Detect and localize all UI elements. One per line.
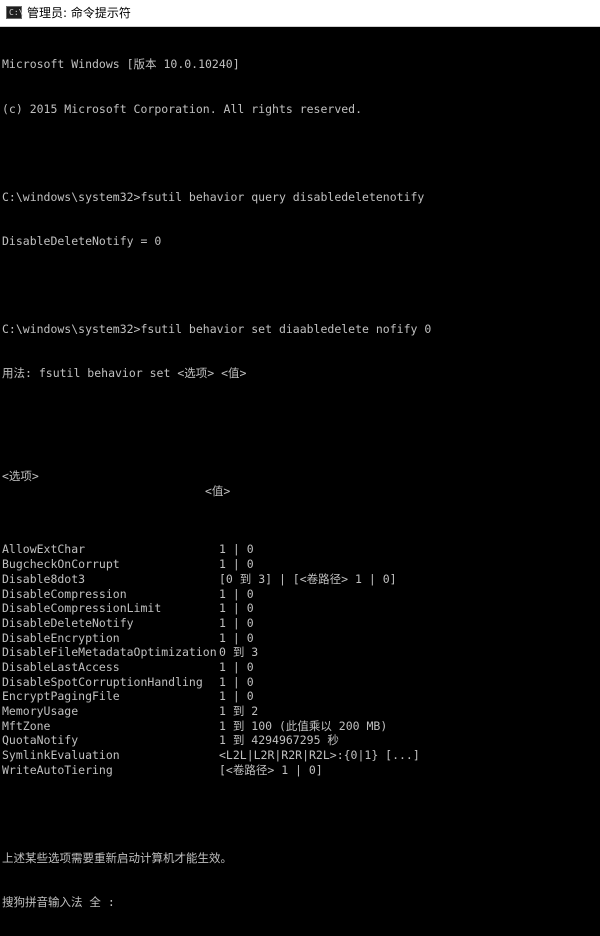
option-value: 1 | 0 bbox=[219, 630, 254, 645]
window-title: 管理员: 命令提示符 bbox=[27, 6, 131, 20]
option-row: EncryptPagingFile 1 | 0 bbox=[2, 689, 600, 704]
option-name: BugcheckOnCorrupt bbox=[2, 557, 120, 572]
usage-line: 用法: fsutil behavior set <选项> <值> bbox=[2, 366, 247, 381]
option-value: 1 到 2 bbox=[219, 704, 259, 718]
option-value: 1 | 0 bbox=[219, 601, 254, 616]
option-name: Disable8dot3 bbox=[2, 571, 86, 586]
options-table-header: <选项> <值> bbox=[2, 454, 600, 498]
option-name: MemoryUsage bbox=[2, 704, 79, 718]
option-value: 1 | 0 bbox=[219, 659, 254, 674]
option-row: DisableEncryption 1 | 0 bbox=[2, 631, 600, 646]
option-name: AllowExtChar bbox=[2, 542, 86, 557]
value-column-header: <值> bbox=[205, 483, 231, 498]
option-row: BugcheckOnCorrupt 1 | 0 bbox=[2, 557, 600, 572]
option-name: DisableLastAccess bbox=[2, 659, 120, 674]
option-row: DisableCompression 1 | 0 bbox=[2, 587, 600, 602]
option-value: 0 到 3 bbox=[219, 645, 259, 660]
option-row: QuotaNotify 1 到 4294967295 秒 bbox=[2, 733, 600, 748]
option-value: <L2L|L2R|R2R|R2L>:{0|1} [...] bbox=[219, 748, 420, 763]
option-name: DisableEncryption bbox=[2, 630, 120, 645]
option-value: 1 到 4294967295 秒 bbox=[219, 733, 339, 748]
ime-status-bar[interactable]: 搜狗拼音输入法 全 : bbox=[2, 895, 600, 910]
query-output: DisableDeleteNotify = 0 bbox=[2, 233, 162, 248]
command-prompt-window: C:\ 管理员: 命令提示符 Microsoft Windows [版本 10.… bbox=[0, 0, 600, 909]
option-value: 1 | 0 bbox=[219, 586, 254, 601]
title-bar[interactable]: C:\ 管理员: 命令提示符 bbox=[0, 0, 600, 27]
option-row: MftZone 1 到 100 (此值乘以 200 MB) bbox=[2, 719, 600, 734]
option-name: DisableCompression bbox=[2, 586, 127, 601]
option-name: QuotaNotify bbox=[2, 733, 79, 748]
option-name: EncryptPagingFile bbox=[2, 689, 120, 704]
option-row: WriteAutoTiering [<卷路径> 1 | 0] bbox=[2, 763, 600, 778]
option-row: DisableFileMetadataOptimization 0 到 3 bbox=[2, 645, 600, 660]
option-value: [<卷路径> 1 | 0] bbox=[219, 762, 323, 777]
option-name: DisableDeleteNotify bbox=[2, 615, 134, 630]
option-value: 1 到 100 (此值乘以 200 MB) bbox=[219, 718, 388, 733]
option-row: DisableDeleteNotify 1 | 0 bbox=[2, 616, 600, 631]
option-row: DisableSpotCorruptionHandling 1 | 0 bbox=[2, 675, 600, 690]
option-name: MftZone bbox=[2, 718, 51, 733]
command-line-query: C:\windows\system32>fsutil behavior quer… bbox=[2, 189, 425, 204]
option-value: [0 到 3] | [<卷路径> 1 | 0] bbox=[219, 571, 397, 586]
option-value: 1 | 0 bbox=[219, 615, 254, 630]
option-name: DisableSpotCorruptionHandling bbox=[2, 674, 203, 689]
option-column-header: <选项> bbox=[2, 468, 39, 483]
option-row: Disable8dot3 [0 到 3] | [<卷路径> 1 | 0] bbox=[2, 572, 600, 587]
option-value: 1 | 0 bbox=[219, 557, 254, 572]
console-output[interactable]: Microsoft Windows [版本 10.0.10240] (c) 20… bbox=[2, 28, 600, 909]
header-line-copyright: (c) 2015 Microsoft Corporation. All righ… bbox=[2, 101, 363, 116]
header-line-version: Microsoft Windows [版本 10.0.10240] bbox=[2, 57, 240, 72]
option-name: DisableFileMetadataOptimization bbox=[2, 645, 217, 660]
option-row: DisableLastAccess 1 | 0 bbox=[2, 660, 600, 675]
option-name: DisableCompressionLimit bbox=[2, 601, 162, 616]
option-row: MemoryUsage 1 到 2 bbox=[2, 704, 600, 719]
options-list: AllowExtChar 1 | 0 BugcheckOnCorrupt 1 | 0D… bbox=[2, 542, 600, 777]
command-line-set: C:\windows\system32>fsutil behavior set … bbox=[2, 321, 432, 336]
option-value: 1 | 0 bbox=[219, 674, 254, 689]
option-row: DisableCompressionLimit 1 | 0 bbox=[2, 601, 600, 616]
option-name: WriteAutoTiering bbox=[2, 762, 113, 777]
option-row: AllowExtChar 1 | 0 bbox=[2, 542, 600, 557]
option-value: 1 | 0 bbox=[219, 542, 254, 557]
cmd-icon[interactable]: C:\ bbox=[6, 6, 23, 19]
option-name: SymlinkEvaluation bbox=[2, 748, 120, 763]
footer-note: 上述某些选项需要重新启动计算机才能生效。 bbox=[2, 850, 232, 865]
option-row: SymlinkEvaluation <L2L|L2R|R2R|R2L>:{0|1}… bbox=[2, 748, 600, 763]
option-value: 1 | 0 bbox=[219, 689, 254, 704]
